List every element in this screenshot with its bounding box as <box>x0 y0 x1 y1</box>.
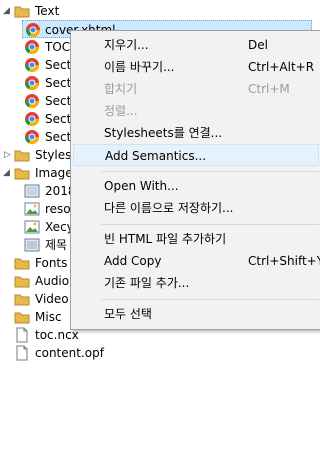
menu-item-label: 정렬... <box>104 104 138 118</box>
menu-item-shortcut: Ctrl+Alt+R <box>248 60 315 74</box>
chrome-icon <box>24 57 40 73</box>
file-label: content.opf <box>35 346 104 360</box>
menu-separator <box>101 171 319 172</box>
menu-item-label: 빈 HTML 파일 추가하기 <box>104 232 227 246</box>
menu-item-label: Open With... <box>104 179 179 193</box>
menu-item-label: 합치기 <box>104 82 138 96</box>
file-label: 제목 <box>45 238 68 252</box>
menu-item-add-existing[interactable]: 기존 파일 추가... <box>71 272 320 294</box>
folder-icon <box>14 3 30 19</box>
folder-icon <box>14 273 30 289</box>
menu-item-shortcut: Ctrl+M <box>248 82 290 96</box>
chrome-icon <box>24 75 40 91</box>
menu-item-add-copy[interactable]: Add Copy Ctrl+Shift+Y <box>71 250 320 272</box>
menu-item-rename[interactable]: 이름 바꾸기... Ctrl+Alt+R <box>71 56 320 78</box>
menu-item-link-stylesheets[interactable]: Stylesheets를 연결... <box>71 122 320 144</box>
folder-icon <box>14 291 30 307</box>
menu-item-merge: 합치기 Ctrl+M <box>71 78 320 100</box>
folder-label: Text <box>35 4 60 18</box>
chevron-down-icon[interactable]: ◢ <box>3 164 13 182</box>
menu-item-sort: 정렬... <box>71 100 320 122</box>
menu-item-shortcut: Del <box>248 38 268 52</box>
folder-icon <box>14 309 30 325</box>
menu-item-delete[interactable]: 지우기... Del <box>71 34 320 56</box>
menu-item-shortcut: Ctrl+Shift+Y <box>248 254 320 268</box>
file-label: Sect <box>45 112 72 126</box>
folder-label: Fonts <box>35 256 68 270</box>
image-icon <box>24 237 40 253</box>
chrome-icon <box>25 22 41 38</box>
file-label: Sect <box>45 130 72 144</box>
folder-icon <box>14 165 30 181</box>
folder-label: Image <box>35 166 73 180</box>
folder-icon <box>14 255 30 271</box>
chrome-icon <box>24 93 40 109</box>
menu-item-label: 기존 파일 추가... <box>104 276 190 290</box>
chrome-icon <box>24 129 40 145</box>
context-menu: 지우기... Del 이름 바꾸기... Ctrl+Alt+R 합치기 Ctrl… <box>70 30 320 330</box>
file-label: Sect <box>45 76 72 90</box>
chrome-icon <box>24 111 40 127</box>
menu-item-label: 모두 선택 <box>104 307 152 321</box>
menu-item-label: Stylesheets를 연결... <box>104 126 223 140</box>
chevron-down-icon[interactable]: ◢ <box>3 2 13 20</box>
menu-item-label: 이름 바꾸기... <box>104 60 175 74</box>
menu-item-label: 다른 이름으로 저장하기... <box>104 201 234 215</box>
chevron-right-icon[interactable]: ▷ <box>4 146 14 164</box>
file-icon <box>14 345 30 361</box>
menu-item-add-blank-html[interactable]: 빈 HTML 파일 추가하기 <box>71 228 320 250</box>
folder-label: Audio <box>35 274 70 288</box>
folder-label: Misc <box>35 310 62 324</box>
folder-label: Video <box>35 292 69 306</box>
image-icon <box>24 201 40 217</box>
menu-item-label: 지우기... <box>104 38 149 52</box>
file-icon <box>14 327 30 343</box>
folder-icon <box>14 147 30 163</box>
menu-item-select-all[interactable]: 모두 선택 <box>71 303 320 325</box>
menu-item-save-as[interactable]: 다른 이름으로 저장하기... <box>71 197 320 219</box>
file-label: Sect <box>45 58 72 72</box>
menu-separator <box>101 299 319 300</box>
menu-item-add-semantics[interactable]: Add Semantics... <box>73 144 319 166</box>
folder-label: Styles <box>35 148 72 162</box>
menu-item-label: Add Copy <box>104 254 162 268</box>
menu-item-label: Add Semantics... <box>105 149 207 163</box>
image-icon <box>24 183 40 199</box>
file-label: Sect <box>45 94 72 108</box>
menu-item-open-with[interactable]: Open With... <box>71 175 320 197</box>
menu-separator <box>101 224 319 225</box>
chrome-icon <box>24 39 40 55</box>
image-icon <box>24 219 40 235</box>
file-label: TOC <box>45 40 71 54</box>
